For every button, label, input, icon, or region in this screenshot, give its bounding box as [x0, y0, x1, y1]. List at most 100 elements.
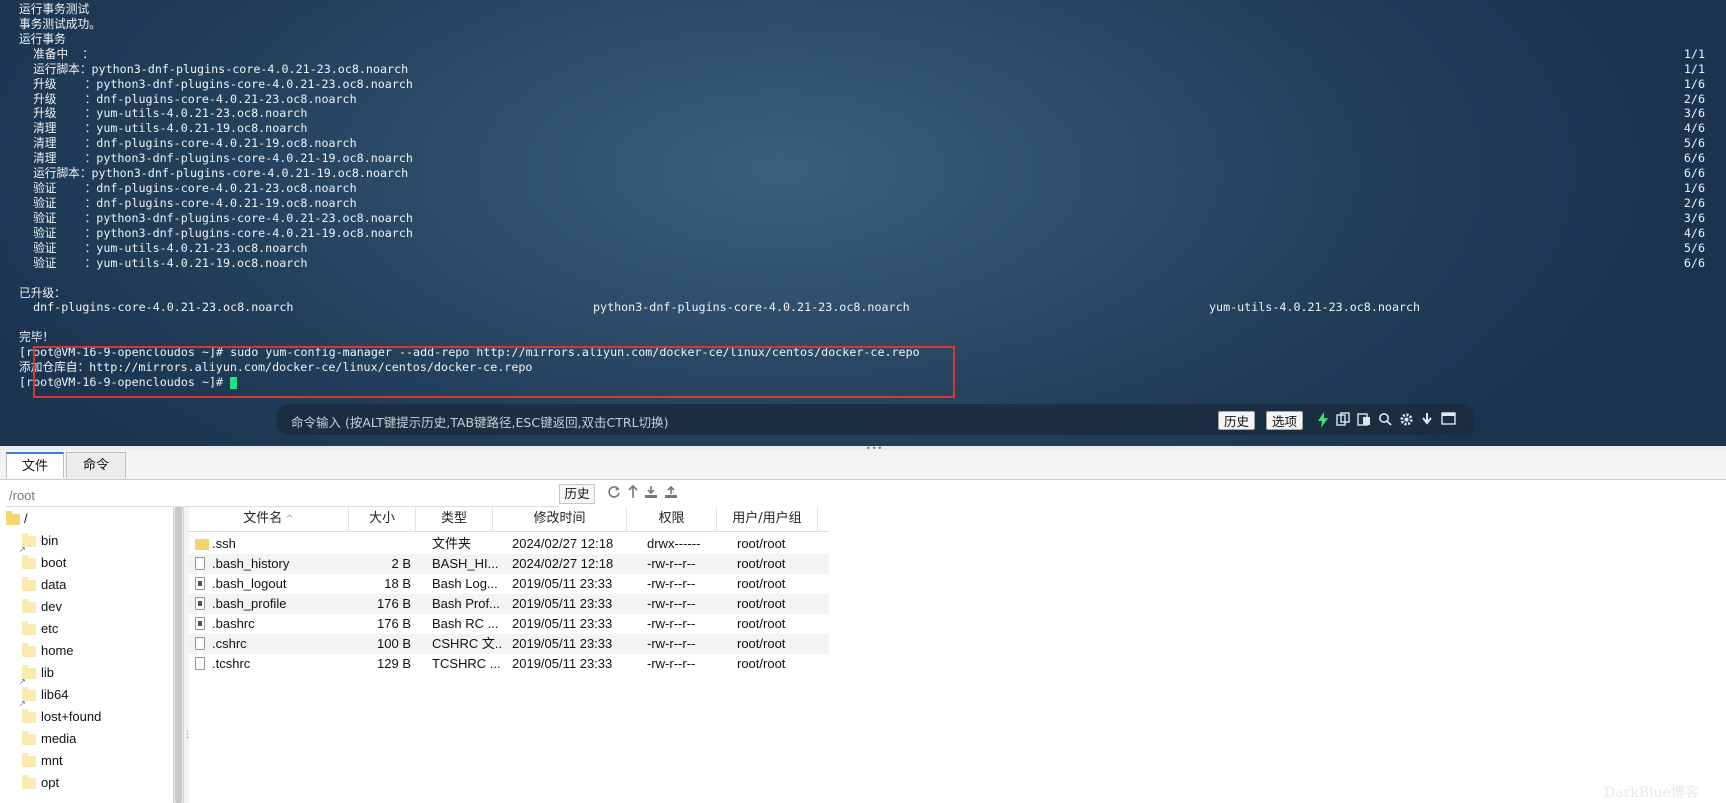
gear-icon[interactable]	[1398, 412, 1414, 428]
file-row[interactable]: .bash_logout 18 B Bash Log... 2019/05/11 23…	[189, 574, 829, 594]
file-row[interactable]: .tcshrc 129 B TCSHRC ... 2019/05/11 23:33 -r…	[189, 654, 829, 674]
tree-scrollbar-thumb[interactable]	[175, 507, 182, 803]
file-row[interactable]: .ssh 文件夹 2024/02/27 12:18 drwx------ root/ro…	[189, 534, 829, 554]
column-header-permissions[interactable]: 权限	[627, 507, 717, 531]
path-bar: 历史	[0, 481, 1726, 508]
folder-icon	[22, 599, 36, 613]
tab-commands[interactable]: 命令	[66, 452, 126, 478]
folder-icon	[22, 621, 36, 635]
file-owner: root/root	[737, 656, 786, 671]
download-arrow-icon[interactable]	[1419, 412, 1435, 428]
tree-item-opt[interactable]: opt	[22, 772, 59, 794]
folder-icon	[22, 753, 36, 767]
command-history-button[interactable]: 历史	[1218, 411, 1256, 430]
terminal-line: 完毕！	[19, 330, 1719, 345]
terminal-package-name: yum-utils-4.0.21-23.oc8.noarch	[1209, 300, 1421, 315]
file-size: 100 B	[377, 636, 411, 651]
path-input[interactable]	[6, 484, 559, 507]
column-header-name[interactable]: 文件名 ^	[189, 507, 349, 531]
tree-item-home[interactable]: home	[22, 640, 74, 662]
window-icon[interactable]	[1440, 412, 1456, 428]
tree-item-dev[interactable]: dev	[22, 596, 62, 618]
upload-icon[interactable]	[663, 485, 679, 501]
terminal-line: 准备中 ： 1/1	[19, 47, 1719, 62]
command-options-button[interactable]: 选项	[1266, 411, 1304, 430]
file-icon	[195, 637, 205, 650]
file-size: 129 B	[377, 656, 411, 671]
terminal-line: 验证 ：dnf-plugins-core-4.0.21-23.oc8.noarc…	[19, 181, 1719, 196]
bottom-tabs: 文件 命令	[0, 450, 1726, 480]
copy-icon[interactable]	[1335, 412, 1351, 428]
terminal-progress: 3/6	[1683, 106, 1705, 121]
terminal-line: 验证 ：python3-dnf-plugins-core-4.0.21-19.o…	[19, 226, 1719, 241]
command-input-bar[interactable]: 命令输入 (按ALT键提示历史,TAB键路径,ESC键返回,双击CTRL切换) …	[277, 404, 1475, 435]
command-input-placeholder[interactable]: 命令输入 (按ALT键提示历史,TAB键路径,ESC键返回,双击CTRL切换)	[291, 412, 668, 431]
terminal-line: 验证 ：dnf-plugins-core-4.0.21-19.oc8.noarc…	[19, 196, 1719, 211]
tree-item-boot[interactable]: boot	[22, 552, 66, 574]
file-name: .bash_history	[212, 556, 290, 571]
folder-icon	[22, 775, 36, 789]
column-header-owner[interactable]: 用户/用户组	[717, 507, 818, 531]
tree-item-bin[interactable]: bin	[19, 530, 58, 561]
file-perm: -rw-r--r--	[647, 596, 696, 611]
tree-item-label: lib	[41, 665, 55, 680]
file-modified: 2019/05/11 23:33	[512, 596, 613, 611]
terminal-line: 运行事务	[19, 32, 1719, 47]
tree-item-etc[interactable]: etc	[22, 618, 58, 640]
file-perm: -rw-r--r--	[647, 556, 696, 571]
terminal-pane[interactable]: 运行事务测试 事务测试成功。 运行事务 准备中 ： 1/1 运行脚本：python3-…	[0, 0, 1726, 446]
sort-ascending-icon: ^	[282, 514, 294, 525]
terminal-line: 清理 ：python3-dnf-plugins-core-4.0.21-19.o…	[19, 151, 1719, 166]
terminal-progress: 1/6	[1683, 76, 1705, 91]
file-type: 文件夹	[432, 536, 472, 551]
terminal-progress: 6/6	[1683, 151, 1705, 166]
file-perm: -rw-r--r--	[647, 576, 696, 591]
folder-icon	[22, 555, 36, 569]
file-row[interactable]: .bash_profile 176 B Bash Prof... 2019/05/11…	[189, 594, 829, 614]
paste-icon[interactable]	[1356, 412, 1372, 428]
tree-item-data[interactable]: data	[22, 574, 66, 596]
tree-item-label: lost+found	[41, 709, 102, 724]
file-modified: 2024/02/27 12:18	[512, 536, 614, 551]
up-icon[interactable]	[625, 484, 641, 501]
terminal-line-text: 验证 ：dnf-plugins-core-4.0.21-19.oc8.noarc…	[19, 195, 357, 210]
tree-item-lib[interactable]: lib	[19, 662, 55, 693]
tree-item-media[interactable]: media	[22, 728, 76, 750]
file-row[interactable]: .cshrc 100 B CSHRC 文... 2019/05/11 23:33 -rw…	[189, 634, 829, 654]
terminal-line: 清理 ：yum-utils-4.0.21-19.oc8.noarch 4/6	[19, 121, 1719, 136]
tab-files[interactable]: 文件	[6, 452, 64, 478]
file-type: BASH_HI...	[432, 556, 499, 571]
script-file-icon	[195, 617, 205, 630]
terminal-progress: 4/6	[1683, 121, 1705, 136]
tree-item-lost-found[interactable]: lost+found	[22, 706, 101, 728]
file-type: Bash RC ...	[432, 616, 499, 631]
terminal-line-text: 运行事务	[19, 31, 66, 46]
tree-item-label: mnt	[41, 753, 63, 768]
folder-icon	[195, 539, 209, 550]
search-icon[interactable]	[1377, 412, 1393, 428]
file-row[interactable]: .bashrc 176 B Bash RC ... 2019/05/11 23:33 -…	[189, 614, 829, 634]
terminal-package-name: python3-dnf-plugins-core-4.0.21-23.oc8.n…	[593, 300, 910, 315]
file-name: .cshrc	[212, 636, 247, 651]
terminal-progress: 2/6	[1683, 195, 1705, 210]
download-icon[interactable]	[643, 485, 659, 501]
refresh-icon[interactable]	[606, 485, 622, 501]
lightning-icon[interactable]	[1315, 412, 1331, 428]
column-header-type[interactable]: 类型	[416, 507, 493, 531]
tree-item-label: boot	[41, 555, 67, 570]
file-row[interactable]: .bash_history 2 B BASH_HI... 2024/02/27 12:…	[189, 554, 829, 574]
tree-item-lib64[interactable]: lib64	[19, 684, 68, 715]
file-list: 文件名 ^ 大小 类型 修改时间 权限 用户/用户组 .ssh 文件夹 2024/0…	[189, 507, 1726, 803]
tree-item-root[interactable]: /	[6, 508, 28, 530]
terminal-line-text: 升级 ：python3-dnf-plugins-core-4.0.21-23.o…	[19, 76, 413, 91]
path-history-button[interactable]: 历史	[559, 484, 595, 504]
terminal-line-text: 运行脚本：python3-dnf-plugins-core-4.0.21-19.…	[19, 166, 409, 181]
terminal-line: 运行脚本：python3-dnf-plugins-core-4.0.21-19.…	[19, 166, 1719, 181]
tree-item-mnt[interactable]: mnt	[22, 750, 63, 772]
file-perm: drwx------	[647, 536, 701, 551]
column-header-size[interactable]: 大小	[349, 507, 416, 531]
column-header-modified[interactable]: 修改时间	[493, 507, 627, 531]
file-size: 2 B	[391, 556, 411, 571]
folder-icon	[19, 533, 36, 561]
